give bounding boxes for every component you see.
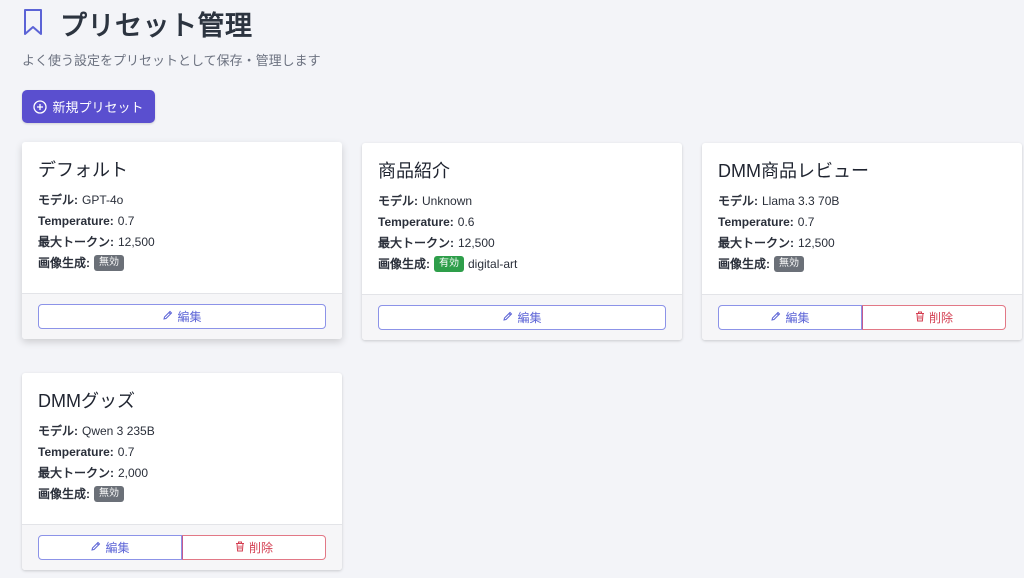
new-preset-button[interactable]: 新規プリセット bbox=[22, 90, 155, 123]
edit-label: 編集 bbox=[105, 541, 130, 555]
page-subtitle: よく使う設定をプリセットとして保存・管理します bbox=[22, 53, 321, 68]
image-gen-label: 画像生成: bbox=[718, 257, 770, 271]
temperature-label: Temperature: bbox=[38, 444, 114, 459]
card-footer: 編集 削除 bbox=[702, 294, 1022, 340]
status-badge: 無効 bbox=[94, 485, 124, 502]
edit-label: 編集 bbox=[177, 310, 202, 324]
model-value: Unknown bbox=[422, 193, 473, 208]
status-badge: 無効 bbox=[774, 255, 804, 272]
max-tokens-label: 最大トークン: bbox=[718, 236, 794, 250]
image-gen-label: 画像生成: bbox=[38, 487, 90, 501]
temperature-row: Temperature: 0.6 bbox=[378, 211, 666, 232]
temperature-label: Temperature: bbox=[718, 214, 794, 229]
model-value: GPT-4o bbox=[82, 192, 124, 207]
pencil-icon bbox=[90, 541, 101, 555]
preset-card: デフォルト モデル: GPT-4o Temperature: 0.7 最大トークン:… bbox=[22, 142, 342, 339]
card-footer: 編集 削除 bbox=[22, 524, 342, 570]
temperature-value: 0.6 bbox=[457, 214, 475, 229]
pencil-icon bbox=[770, 311, 781, 325]
delete-button[interactable]: 削除 bbox=[862, 305, 1006, 330]
model-label: モデル: bbox=[38, 193, 78, 207]
preset-name: 商品紹介 bbox=[378, 161, 450, 181]
card-footer: 編集 bbox=[362, 294, 682, 340]
delete-label: 削除 bbox=[248, 541, 273, 555]
model-label: モデル: bbox=[718, 194, 758, 208]
edit-button[interactable]: 編集 bbox=[38, 304, 326, 329]
status-badge: 無効 bbox=[94, 254, 124, 271]
image-gen-row: 画像生成: 無効 bbox=[718, 253, 1006, 274]
temperature-label: Temperature: bbox=[38, 213, 114, 228]
new-preset-label: 新規プリセット bbox=[52, 100, 144, 115]
temperature-value: 0.7 bbox=[117, 213, 135, 228]
model-row: モデル: Qwen 3 235B bbox=[38, 420, 326, 441]
max-tokens-value: 12,500 bbox=[118, 234, 155, 249]
delete-label: 削除 bbox=[928, 311, 953, 325]
title-row: プリセット管理 bbox=[22, 6, 321, 41]
edit-button[interactable]: 編集 bbox=[378, 305, 666, 330]
plus-circle-icon bbox=[33, 99, 48, 114]
model-row: モデル: Unknown bbox=[378, 190, 666, 211]
status-badge: 有効 bbox=[434, 255, 464, 272]
temperature-row: Temperature: 0.7 bbox=[38, 210, 326, 231]
model-value: Qwen 3 235B bbox=[82, 423, 155, 438]
page-title: プリセット管理 bbox=[60, 10, 253, 41]
model-label: モデル: bbox=[378, 194, 418, 208]
image-style: digital-art bbox=[468, 256, 518, 271]
max-tokens-row: 最大トークン: 12,500 bbox=[38, 231, 326, 252]
preset-name: デフォルト bbox=[38, 160, 128, 180]
temperature-value: 0.7 bbox=[797, 214, 815, 229]
temperature-value: 0.7 bbox=[117, 444, 135, 459]
edit-label: 編集 bbox=[517, 311, 542, 325]
delete-button[interactable]: 削除 bbox=[182, 535, 326, 560]
pencil-icon bbox=[162, 310, 173, 324]
trash-icon bbox=[235, 541, 245, 555]
preset-card: DMMグッズ モデル: Qwen 3 235B Temperature: 0.7 最… bbox=[22, 373, 342, 570]
trash-icon bbox=[915, 311, 925, 325]
pencil-icon bbox=[502, 311, 513, 325]
max-tokens-row: 最大トークン: 12,500 bbox=[718, 232, 1006, 253]
image-gen-label: 画像生成: bbox=[38, 256, 90, 270]
edit-label: 編集 bbox=[785, 311, 810, 325]
preset-name: DMM商品レビュー bbox=[718, 161, 869, 181]
max-tokens-label: 最大トークン: bbox=[38, 466, 114, 480]
temperature-row: Temperature: 0.7 bbox=[718, 211, 1006, 232]
preset-name: DMMグッズ bbox=[38, 391, 135, 411]
image-gen-label: 画像生成: bbox=[378, 257, 430, 271]
page-header: プリセット管理 よく使う設定をプリセットとして保存・管理します bbox=[22, 6, 321, 69]
temperature-row: Temperature: 0.7 bbox=[38, 441, 326, 462]
max-tokens-label: 最大トークン: bbox=[378, 236, 454, 250]
card-actions: 編集 削除 bbox=[718, 305, 1006, 330]
image-gen-row: 画像生成: 無効 bbox=[38, 483, 326, 504]
model-value: Llama 3.3 70B bbox=[762, 193, 840, 208]
max-tokens-value: 12,500 bbox=[798, 235, 835, 250]
model-row: モデル: Llama 3.3 70B bbox=[718, 190, 1006, 211]
model-row: モデル: GPT-4o bbox=[38, 189, 326, 210]
card-footer: 編集 bbox=[22, 293, 342, 339]
preset-card: 商品紹介 モデル: Unknown Temperature: 0.6 最大トークン:… bbox=[362, 143, 682, 340]
model-label: モデル: bbox=[38, 424, 78, 438]
temperature-label: Temperature: bbox=[378, 214, 454, 229]
image-gen-row: 画像生成: 無効 bbox=[38, 252, 326, 273]
bookmark-icon bbox=[22, 8, 48, 38]
max-tokens-label: 最大トークン: bbox=[38, 235, 114, 249]
max-tokens-value: 12,500 bbox=[458, 235, 495, 250]
max-tokens-row: 最大トークン: 2,000 bbox=[38, 462, 326, 483]
edit-button[interactable]: 編集 bbox=[718, 305, 862, 330]
card-actions: 編集 削除 bbox=[38, 535, 326, 560]
card-actions: 編集 bbox=[378, 305, 666, 330]
max-tokens-value: 2,000 bbox=[118, 465, 149, 480]
max-tokens-row: 最大トークン: 12,500 bbox=[378, 232, 666, 253]
preset-card: DMM商品レビュー モデル: Llama 3.3 70B Temperature:… bbox=[702, 143, 1022, 340]
edit-button[interactable]: 編集 bbox=[38, 535, 182, 560]
card-actions: 編集 bbox=[38, 304, 326, 329]
image-gen-row: 画像生成: 有効 digital-art bbox=[378, 253, 666, 274]
